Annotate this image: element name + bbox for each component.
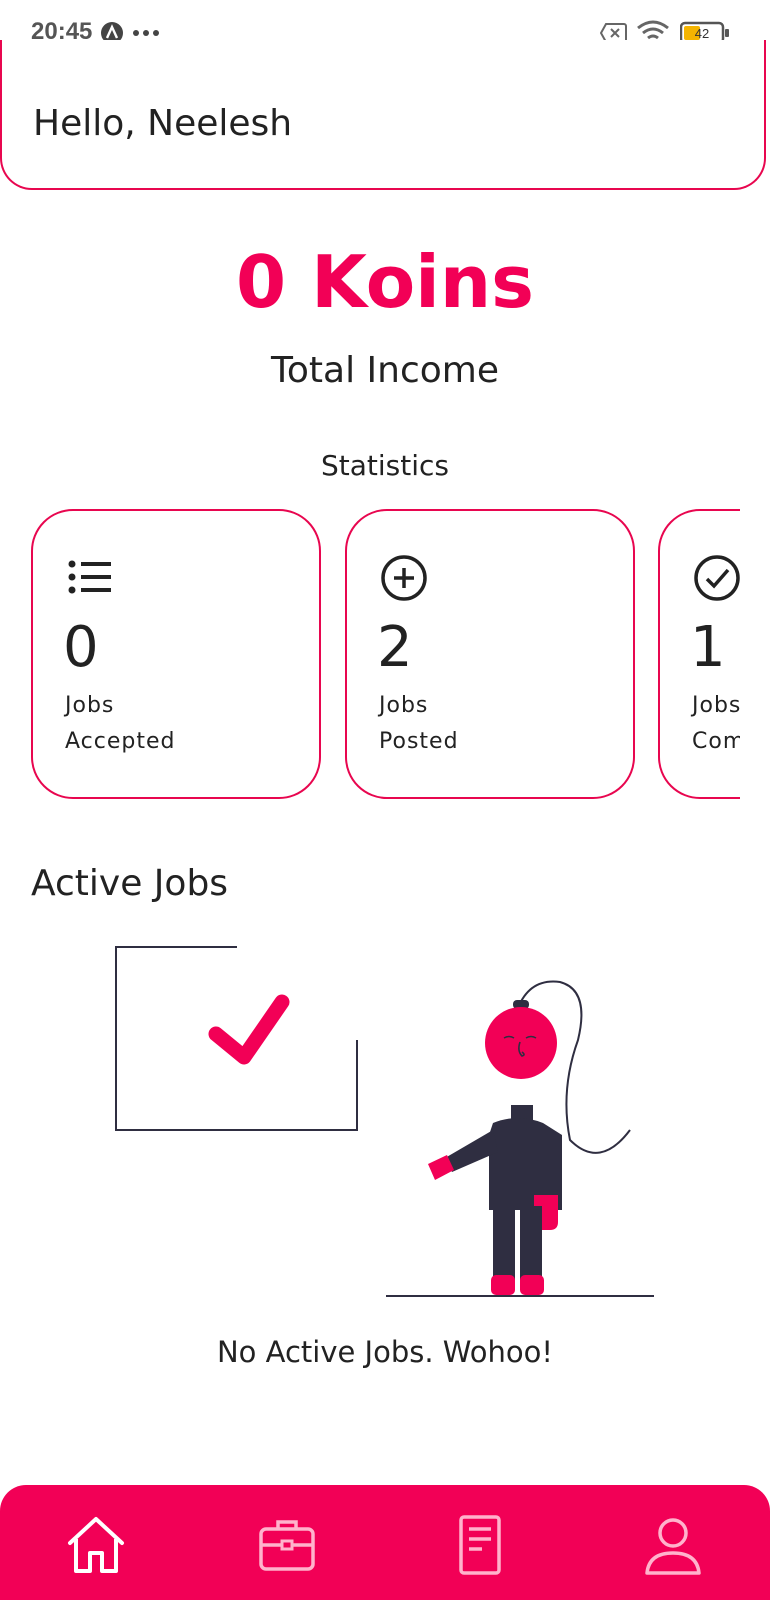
empty-state-message: No Active Jobs. Wohoo! bbox=[216, 1335, 554, 1369]
list-icon bbox=[68, 560, 111, 594]
active-jobs-title: Active Jobs bbox=[31, 863, 229, 904]
stat-label: Com bbox=[692, 729, 740, 754]
stat-value: 2 bbox=[377, 615, 413, 680]
plus-circle-icon bbox=[381, 555, 427, 601]
more-notifications-icon bbox=[133, 30, 159, 36]
stat-card-jobs-accepted[interactable]: 0 Jobs Accepted bbox=[31, 509, 321, 799]
total-income-label: Total Income bbox=[271, 350, 499, 391]
battery-level: 42 bbox=[695, 26, 709, 41]
stat-label: Jobs bbox=[379, 693, 429, 718]
check-circle-icon bbox=[694, 555, 740, 601]
bottom-navigation bbox=[0, 1485, 770, 1600]
stat-label: Accepted bbox=[65, 729, 176, 754]
statistics-title: Statistics bbox=[321, 449, 449, 482]
briefcase-icon[interactable] bbox=[255, 1513, 319, 1577]
stat-label: Posted bbox=[379, 729, 459, 754]
greeting-text: Hello, Neelesh bbox=[33, 103, 293, 144]
koins-total: 0 Koins bbox=[236, 240, 534, 324]
statistics-carousel[interactable]: 0 Jobs Accepted 2 Jobs Posted 1 Jobs Com bbox=[0, 505, 740, 805]
stat-label: Jobs bbox=[65, 693, 115, 718]
stat-label: Jobs bbox=[692, 693, 740, 718]
home-icon[interactable] bbox=[64, 1513, 128, 1577]
document-icon[interactable] bbox=[448, 1513, 512, 1577]
stat-card-jobs-posted[interactable]: 2 Jobs Posted bbox=[345, 509, 635, 799]
stat-card-jobs-completed[interactable]: 1 Jobs Com bbox=[658, 509, 740, 799]
profile-icon[interactable] bbox=[641, 1513, 705, 1577]
stat-value: 0 bbox=[63, 615, 99, 680]
stat-value: 1 bbox=[690, 615, 726, 680]
empty-state-illustration bbox=[115, 946, 654, 1297]
